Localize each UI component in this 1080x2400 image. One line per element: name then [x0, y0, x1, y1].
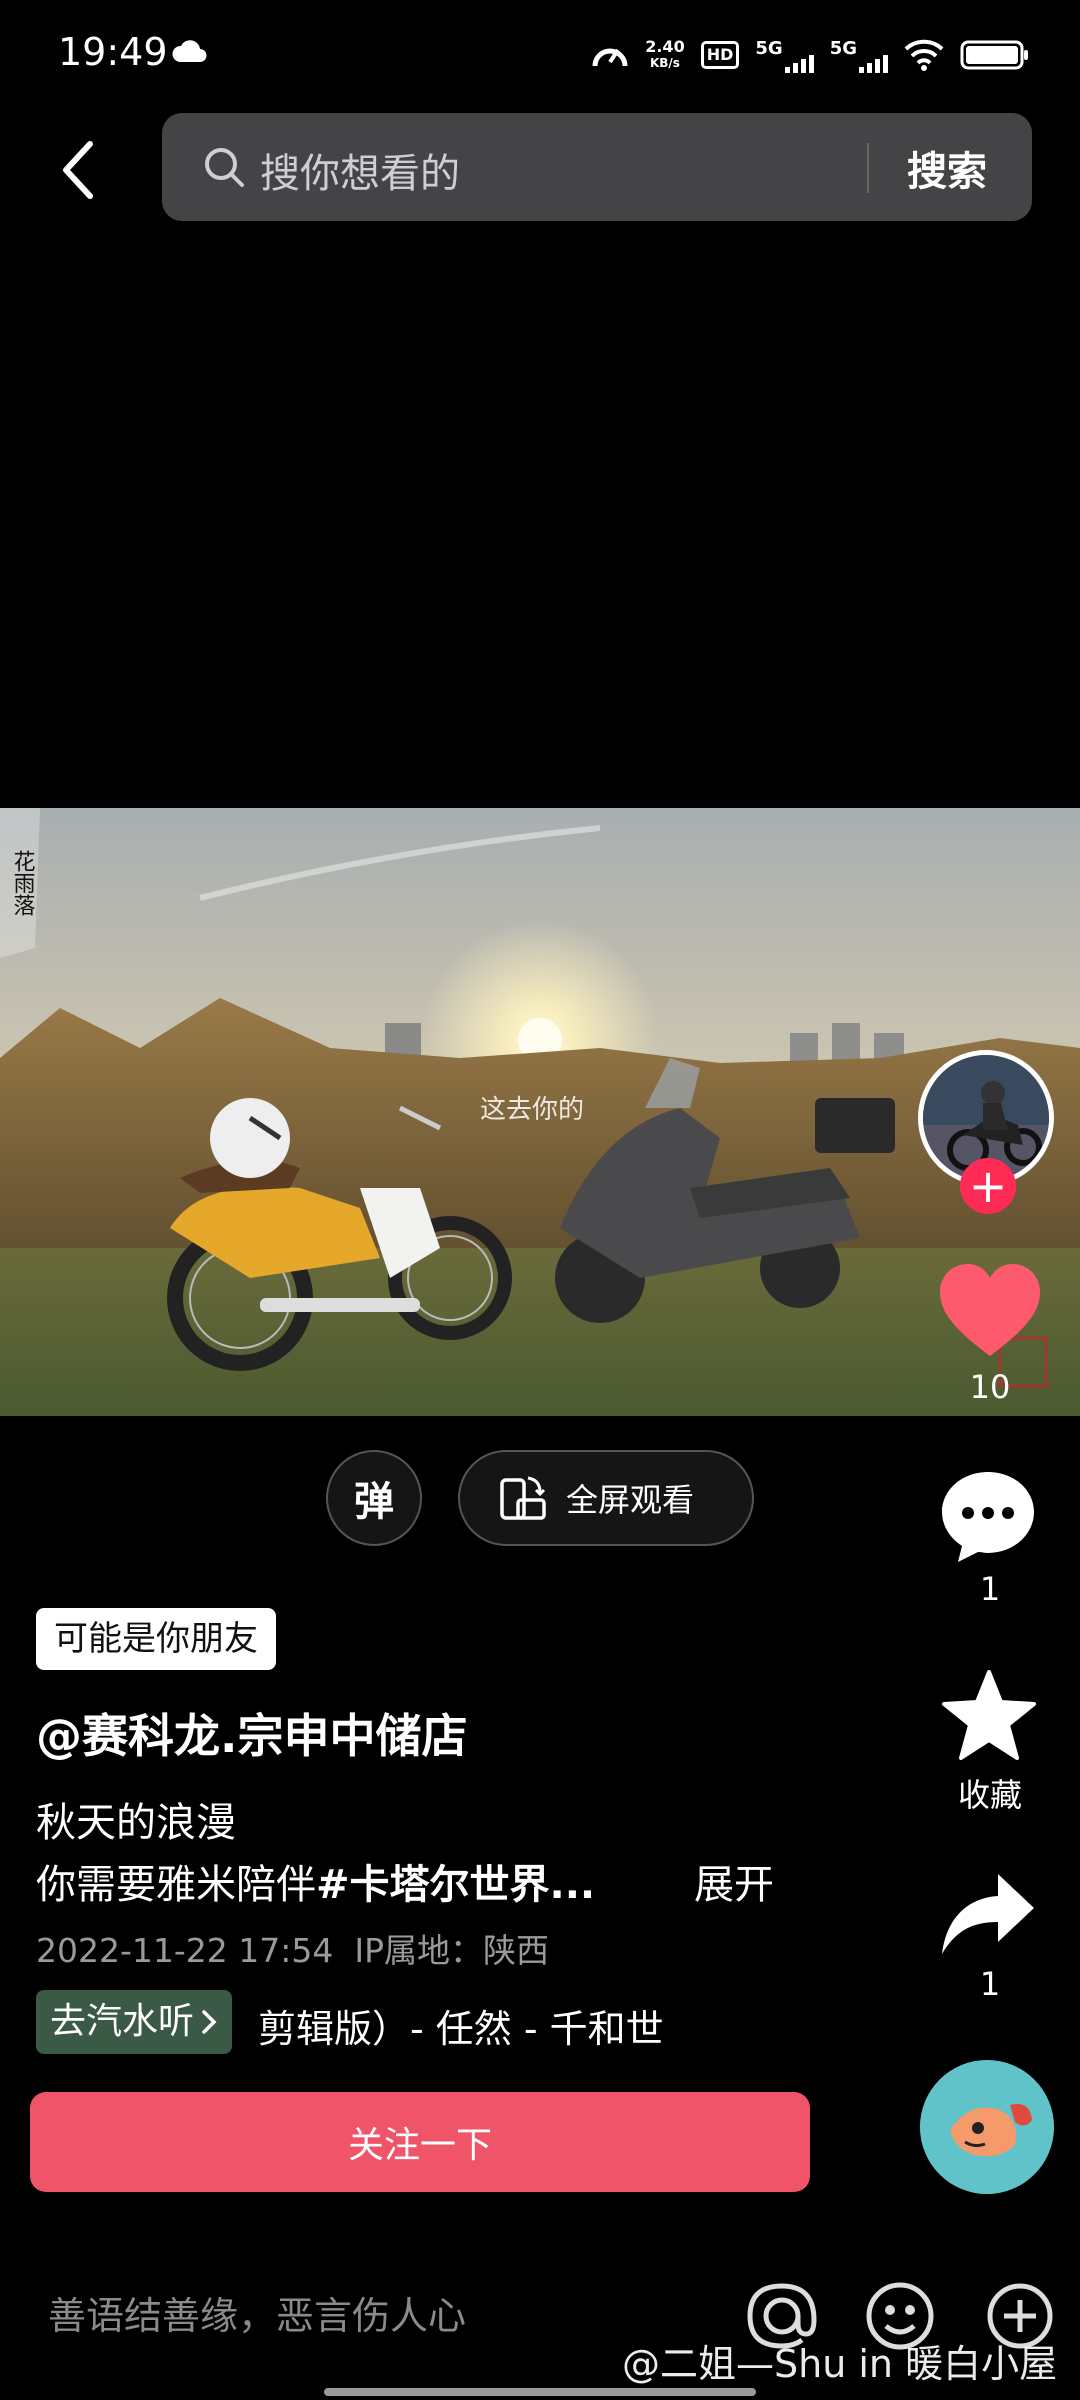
status-bar: 19:49 2.40 KB/s HD 5G 5G: [0, 0, 1080, 110]
post-meta: 2022-11-22 17:54 IP属地：陕西: [36, 1924, 549, 1972]
search-divider: [867, 143, 869, 193]
post-date: 2022-11-22 17:54: [36, 1931, 334, 1970]
fullscreen-label: 全屏观看: [566, 1481, 695, 1519]
follow-button[interactable]: 关注一下: [30, 2092, 810, 2192]
comment-count: 1: [979, 1570, 1001, 1608]
search-box[interactable]: 搜你想看的 搜索: [162, 113, 1032, 221]
share-icon[interactable]: [938, 1870, 1038, 1958]
description-text: 你需要雅米陪伴: [36, 1862, 316, 1908]
music-disc[interactable]: [920, 2060, 1054, 2194]
follow-plus-button[interactable]: +: [960, 1158, 1016, 1214]
star-icon[interactable]: [940, 1668, 1038, 1764]
comment-icon[interactable]: [938, 1468, 1038, 1564]
music-row[interactable]: 剪辑版）- 任然 - 千和世 去汽水听: [36, 1990, 676, 2054]
description-line-2: 你需要雅米陪伴#卡塔尔世界...: [36, 1852, 595, 1910]
search-button[interactable]: 搜索: [907, 139, 987, 197]
video-corner-calligraphy: 花雨落: [0, 808, 40, 958]
open-in-qishui-button[interactable]: 去汽水听: [36, 1990, 233, 2054]
speedometer-icon: [592, 48, 628, 67]
expand-link[interactable]: 展开: [694, 1852, 774, 1910]
heart-icon[interactable]: [938, 1262, 1042, 1362]
chevron-right-icon: [202, 2010, 217, 2034]
collect-label: 收藏: [957, 1776, 1022, 1814]
signal-5g-icon-2: 5G: [830, 38, 888, 73]
signal-5g-icon: 5G: [755, 38, 814, 73]
watermark: @二姐—Shu in 暖白小屋: [622, 2342, 1058, 2386]
back-button[interactable]: [48, 130, 108, 210]
description-line-1: 秋天的浪漫: [36, 1800, 236, 1846]
svg-text:花雨落: 花雨落: [10, 850, 36, 916]
hd-voice-icon: HD: [700, 41, 740, 69]
battery-icon: [960, 40, 1028, 70]
search-input[interactable]: 搜你想看的: [260, 141, 460, 199]
danmaku-toggle-button[interactable]: 弹: [326, 1450, 422, 1546]
author-name[interactable]: @赛科龙.宗申中储店: [36, 1700, 467, 1766]
video-overlay-text-center: 这去你的: [480, 1095, 584, 1125]
friend-tag: 可能是你朋友: [36, 1608, 276, 1670]
search-icon: [205, 148, 244, 187]
music-pill-label: 去汽水听: [50, 2001, 195, 2042]
fullscreen-button[interactable]: 全屏观看: [458, 1450, 754, 1546]
music-disc-image: [920, 2060, 1054, 2194]
comment-input[interactable]: 善语结善缘，恶言伤人心: [48, 2285, 466, 2340]
like-count: 10: [969, 1368, 1011, 1406]
rotate-screen-icon: [500, 1476, 546, 1520]
ip-location: IP属地：陕西: [354, 1931, 549, 1970]
status-time: 19:49: [58, 30, 168, 74]
chevron-left-icon: [63, 141, 93, 199]
share-count: 1: [979, 1965, 1001, 2003]
cloud-weather-icon: [172, 40, 207, 62]
net-speed: 2.40 KB/s: [645, 37, 685, 70]
music-title: 剪辑版）- 任然 - 千和世: [258, 2007, 664, 2051]
home-indicator[interactable]: [324, 2388, 756, 2396]
hashtag-link[interactable]: #卡塔尔世界...: [316, 1862, 595, 1908]
wifi-icon: [904, 39, 944, 71]
